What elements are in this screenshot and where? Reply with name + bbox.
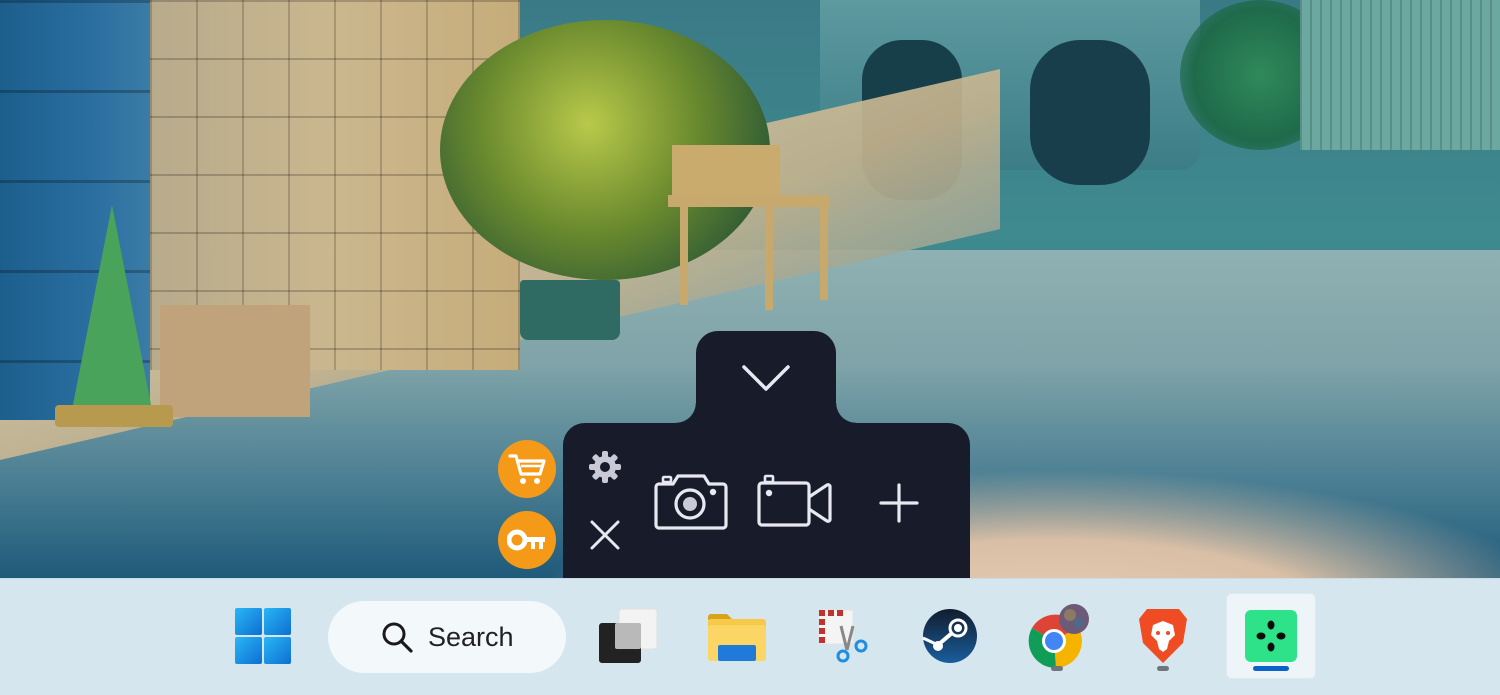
wallpaper-traffic-cone (70, 205, 154, 420)
plus-icon (879, 483, 919, 523)
screenshot-button[interactable] (650, 466, 732, 536)
steam-button[interactable] (905, 593, 995, 679)
brave-icon (1139, 609, 1187, 663)
running-indicator (1157, 666, 1169, 671)
snipping-tool-icon (818, 609, 868, 663)
active-indicator (1253, 666, 1289, 671)
snipping-tool-button[interactable] (798, 593, 888, 679)
search-label: Search (428, 621, 514, 652)
close-icon (590, 520, 620, 550)
task-view-button[interactable] (583, 593, 673, 679)
taskbar-search[interactable]: Search (328, 601, 566, 673)
camera-icon (654, 474, 728, 530)
record-video-button[interactable] (754, 466, 836, 536)
license-key-button[interactable] (498, 511, 556, 569)
key-icon (507, 529, 545, 551)
windows-logo-icon (235, 608, 291, 664)
steam-icon (922, 609, 977, 663)
folder-icon (708, 614, 766, 661)
brave-button[interactable] (1118, 593, 1208, 679)
gear-icon (589, 451, 621, 483)
file-explorer-button[interactable] (692, 593, 782, 679)
task-view-icon (599, 608, 658, 663)
settings-button[interactable] (585, 447, 625, 487)
start-button[interactable] (218, 593, 308, 679)
taskbar: Search (0, 578, 1500, 695)
chrome-button[interactable] (1012, 593, 1102, 679)
chevron-down-icon (742, 365, 790, 391)
chrome-icon (1028, 604, 1089, 669)
shopping-cart-icon (508, 454, 546, 484)
green-app-icon (1245, 610, 1297, 662)
running-indicator (1051, 666, 1063, 671)
buy-button[interactable] (498, 440, 556, 498)
close-button[interactable] (585, 515, 625, 555)
search-icon (382, 622, 413, 653)
add-button[interactable] (872, 476, 926, 530)
video-camera-icon (757, 474, 832, 527)
wallpaper-cardboard-box (160, 305, 310, 417)
collapse-button[interactable] (735, 355, 797, 401)
screen-recorder-button[interactable] (1226, 593, 1316, 679)
